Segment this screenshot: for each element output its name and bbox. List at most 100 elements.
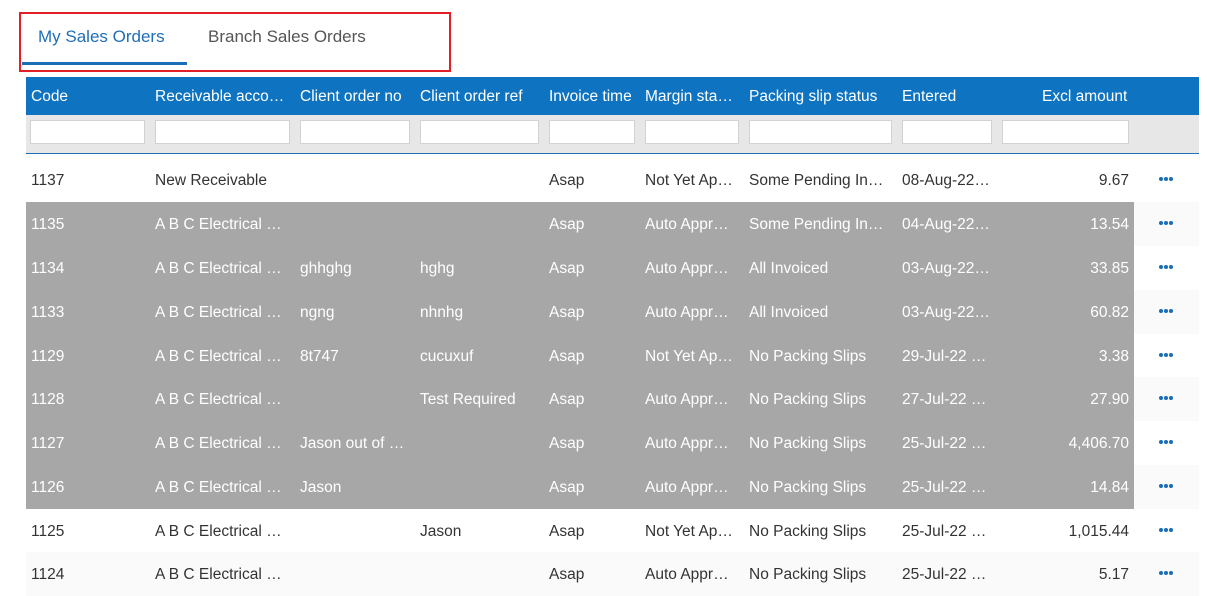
filter-entered-input[interactable] (902, 120, 992, 144)
more-horizontal-icon[interactable] (1154, 561, 1178, 585)
cell-margin-status: Auto Appr… (645, 260, 729, 277)
more-horizontal-icon[interactable] (1154, 299, 1178, 323)
cell-packing-slip-status: No Packing Slips (749, 479, 867, 496)
grid-header: Code Receivable acco… Client order no Cl… (26, 77, 1199, 115)
column-header-receivable-account[interactable]: Receivable acco… (155, 88, 293, 106)
cell-code: 1133 (31, 304, 65, 321)
menu-dot (1164, 396, 1168, 400)
more-horizontal-icon[interactable] (1154, 518, 1178, 542)
cell-receivable-account: A B C Electrical … (155, 216, 282, 233)
cell-packing-slip-status: All Invoiced (749, 304, 829, 321)
column-header-invoice-time[interactable]: Invoice time (549, 88, 641, 106)
menu-dot (1169, 484, 1173, 488)
table-row[interactable]: 1135 A B C Electrical … Asap Auto Appr… Some… (26, 202, 1199, 246)
filter-receivable-input[interactable] (155, 120, 290, 144)
cell-packing-slip-status: No Packing Slips (749, 391, 867, 408)
cell-excl-amount: 1,015.44 (1068, 523, 1129, 540)
filter-client-order-ref-input[interactable] (420, 120, 539, 144)
cell-receivable-account: A B C Electrical … (155, 391, 282, 408)
column-header-margin-status[interactable]: Margin sta… (645, 88, 745, 106)
more-horizontal-icon[interactable] (1154, 343, 1178, 367)
cell-receivable-account: A B C Electrical … (155, 435, 282, 452)
filter-packing-slip-input[interactable] (749, 120, 892, 144)
filter-code-input[interactable] (30, 120, 145, 144)
table-row[interactable]: 1125 A B C Electrical … Jason Asap Not Yet A… (26, 509, 1199, 553)
cell-invoice-time: Asap (549, 523, 585, 540)
cell-client-order-ref: Jason (420, 523, 462, 540)
table-row[interactable]: 1137 New Receivable Asap Not Yet Ap… Some Pe… (26, 158, 1199, 202)
column-header-excl-amount[interactable]: Excl amount (1042, 88, 1142, 106)
menu-dot (1169, 353, 1173, 357)
column-header-entered[interactable]: Entered (902, 88, 1002, 106)
cell-code: 1137 (31, 172, 65, 189)
table-row[interactable]: 1134 A B C Electrical … ghhghg hghg Asap Auto… (26, 246, 1199, 290)
column-header-code[interactable]: Code (31, 88, 146, 106)
cell-entered: 29-Jul-22 … (902, 348, 987, 365)
cell-packing-slip-status: All Invoiced (749, 260, 829, 277)
cell-margin-status: Auto Appr… (645, 304, 729, 321)
cell-excl-amount: 5.17 (1098, 566, 1129, 583)
menu-dot (1164, 177, 1168, 181)
menu-dot (1159, 440, 1163, 444)
cell-excl-amount: 9.67 (1098, 172, 1129, 189)
cell-excl-amount: 33.85 (1090, 260, 1129, 277)
filter-excl-amount-input[interactable] (1002, 120, 1129, 144)
table-row[interactable]: 1129 A B C Electrical … 8t747 cucuxuf Asap No… (26, 334, 1199, 378)
cell-client-order-ref: cucuxuf (420, 348, 474, 365)
cell-margin-status: Auto Appr… (645, 479, 729, 496)
menu-dot (1164, 440, 1168, 444)
more-horizontal-icon[interactable] (1154, 255, 1178, 279)
sales-orders-grid: Code Receivable acco… Client order no Cl… (26, 77, 1199, 596)
cell-packing-slip-status: No Packing Slips (749, 348, 867, 365)
table-row[interactable]: 1133 A B C Electrical … ngng nhnhg Asap Auto … (26, 290, 1199, 334)
menu-dot (1169, 440, 1173, 444)
more-horizontal-icon[interactable] (1154, 386, 1178, 410)
menu-dot (1169, 571, 1173, 575)
filter-client-order-no-input[interactable] (300, 120, 410, 144)
cell-entered: 03-Aug-22… (902, 304, 990, 321)
menu-dot (1159, 353, 1163, 357)
menu-dot (1159, 265, 1163, 269)
table-row[interactable]: 1128 A B C Electrical … Test Required Asap A… (26, 377, 1199, 421)
menu-dot (1169, 396, 1173, 400)
menu-dot (1164, 309, 1168, 313)
cell-margin-status: Auto Appr… (645, 435, 729, 452)
menu-dot (1159, 571, 1163, 575)
cell-code: 1124 (31, 566, 65, 583)
more-horizontal-icon[interactable] (1154, 211, 1178, 235)
cell-invoice-time: Asap (549, 260, 585, 277)
cell-packing-slip-status: No Packing Slips (749, 523, 867, 540)
cell-entered: 04-Aug-22… (902, 216, 990, 233)
filter-invoice-time-input[interactable] (549, 120, 635, 144)
cell-client-order-no: Jason out of … (300, 435, 405, 452)
column-header-client-order-ref[interactable]: Client order ref (420, 88, 538, 106)
cell-excl-amount: 4,406.70 (1068, 435, 1129, 452)
cell-entered: 03-Aug-22… (902, 260, 990, 277)
tab-branch-sales-orders[interactable]: Branch Sales Orders (208, 27, 366, 47)
filter-margin-status-input[interactable] (645, 120, 739, 144)
menu-dot (1159, 177, 1163, 181)
menu-dot (1159, 309, 1163, 313)
cell-margin-status: Auto Appr… (645, 216, 729, 233)
table-row[interactable]: 1126 A B C Electrical … Jason Asap Auto Appr… (26, 465, 1199, 509)
cell-code: 1126 (31, 479, 65, 496)
menu-dot (1169, 309, 1173, 313)
more-horizontal-icon[interactable] (1154, 167, 1178, 191)
cell-margin-status: Not Yet Ap… (645, 172, 733, 189)
table-row[interactable]: 1127 A B C Electrical … Jason out of … Asap… (26, 421, 1199, 465)
cell-receivable-account: A B C Electrical … (155, 304, 282, 321)
column-header-packing-slip-status[interactable]: Packing slip status (749, 88, 894, 106)
menu-dot (1169, 177, 1173, 181)
cell-margin-status: Auto Appr… (645, 391, 729, 408)
table-row[interactable]: 1124 A B C Electrical … Asap Auto Appr… No P… (26, 552, 1199, 596)
tab-my-sales-orders[interactable]: My Sales Orders (38, 27, 165, 47)
cell-entered: 08-Aug-22… (902, 172, 990, 189)
column-header-client-order-no[interactable]: Client order no (300, 88, 412, 106)
cell-client-order-no: ngng (300, 304, 335, 321)
cell-receivable-account: New Receivable (155, 172, 267, 189)
cell-invoice-time: Asap (549, 435, 585, 452)
cell-client-order-ref: Test Required (420, 391, 516, 408)
more-horizontal-icon[interactable] (1154, 474, 1178, 498)
cell-excl-amount: 13.54 (1090, 216, 1129, 233)
more-horizontal-icon[interactable] (1154, 430, 1178, 454)
